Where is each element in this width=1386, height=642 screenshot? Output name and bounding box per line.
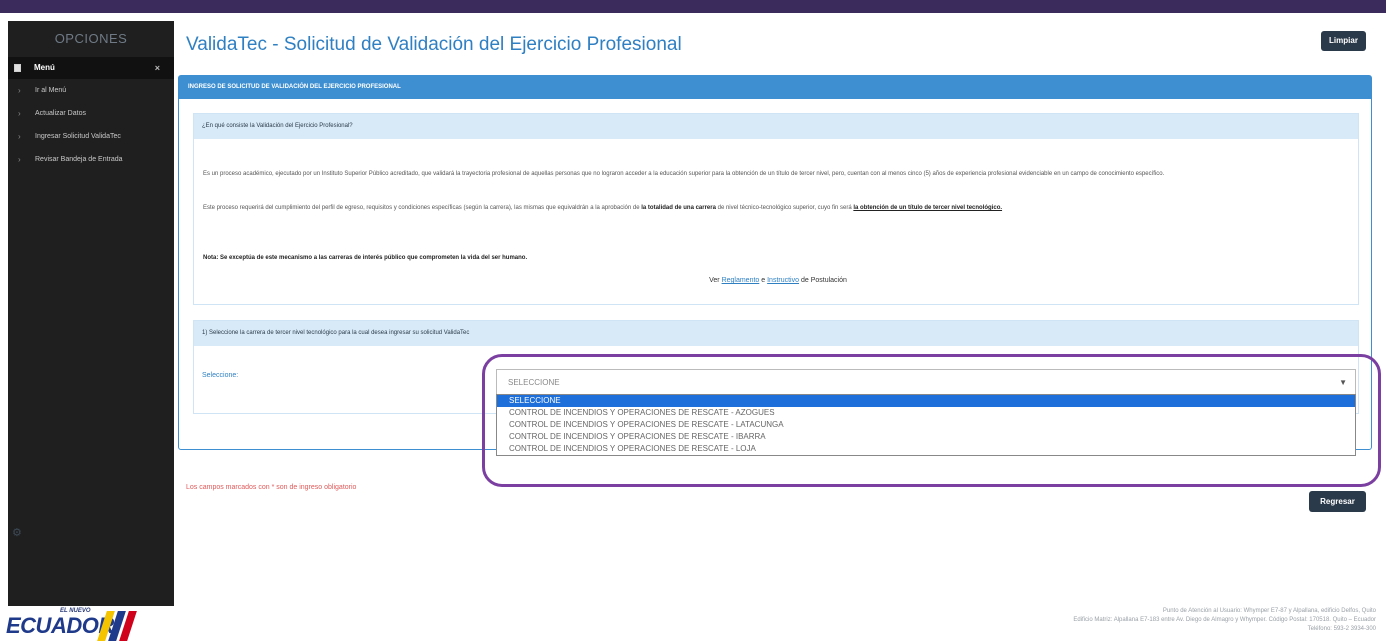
- menu-icon: [14, 64, 21, 72]
- bullet-icon: ›: [18, 86, 21, 95]
- sidebar-item-label: Actualizar Datos: [35, 110, 86, 117]
- info-paragraph-2: Este proceso requerirá del cumplimiento …: [203, 203, 1353, 213]
- footer-line-2: Edificio Matriz: Alpallana E7-183 entre …: [1073, 617, 1376, 623]
- sidebar-menu-label: Menú: [34, 63, 55, 72]
- sidebar-item-label: Ingresar Solicitud ValidaTec: [35, 133, 121, 140]
- see-documents: Ver Reglamento e Instructivo de Postulac…: [203, 276, 1353, 286]
- settings-icon[interactable]: ⚙: [12, 526, 22, 539]
- highlight-outline: [482, 354, 1381, 487]
- sidebar-item-ir-al-menu[interactable]: › Ir al Menú: [8, 79, 174, 102]
- required-fields-note: Los campos marcados con * son de ingreso…: [186, 484, 357, 491]
- info-paragraph-1: Es un proceso académico, ejecutado por u…: [203, 171, 1165, 177]
- paragraph-2-bold: la totalidad de una carrera: [641, 205, 716, 211]
- ecuador-logo: EL NUEVO ECUADOR: [6, 606, 156, 642]
- sidebar-item-revisar-bandeja[interactable]: › Revisar Bandeja de Entrada: [8, 148, 174, 171]
- paragraph-2-mid: de nivel técnico-tecnológico superior, c…: [715, 205, 854, 211]
- see-prefix: Ver: [709, 277, 722, 284]
- bullet-icon: ›: [18, 155, 21, 164]
- see-suffix: de Postulación: [799, 277, 847, 284]
- back-button[interactable]: Regresar: [1309, 491, 1366, 512]
- sidebar-menu-header[interactable]: Menú ×: [8, 57, 174, 79]
- bullet-icon: ›: [18, 109, 21, 118]
- sidebar-title: OPCIONES: [54, 31, 128, 46]
- collapse-icon[interactable]: ×: [155, 57, 160, 79]
- instructivo-link[interactable]: Instructivo: [767, 277, 799, 284]
- page-title: ValidaTec - Solicitud de Validación del …: [186, 34, 682, 55]
- sidebar-item-ingresar-solicitud[interactable]: › Ingresar Solicitud ValidaTec: [8, 125, 174, 148]
- info-box: ¿En qué consiste la Validación del Ejerc…: [193, 113, 1359, 305]
- footer-line-1: Punto de Atención al Usuario: Whymper E7…: [1162, 608, 1376, 614]
- reglamento-link[interactable]: Reglamento: [722, 277, 760, 284]
- info-heading: ¿En qué consiste la Validación del Ejerc…: [194, 114, 1358, 139]
- info-note: Nota: Se exceptúa de este mecanismo a la…: [203, 255, 528, 261]
- paragraph-2-text: Este proceso requerirá del cumplimiento …: [203, 205, 642, 211]
- logo-word: ECUADOR: [6, 613, 114, 638]
- clear-button[interactable]: Limpiar: [1321, 31, 1366, 51]
- flag-stripes-icon: [97, 611, 140, 641]
- footer-line-3: Teléfono: 593-2 3934-300: [1307, 626, 1376, 632]
- see-and: e: [759, 277, 768, 284]
- bullet-icon: ›: [18, 132, 21, 141]
- career-select-label: Seleccione:: [202, 372, 239, 379]
- career-select-heading: 1) Seleccione la carrera de tercer nivel…: [194, 321, 1358, 346]
- sidebar-item-label: Ir al Menú: [35, 87, 67, 94]
- footer: Punto de Atención al Usuario: Whymper E7…: [1073, 607, 1376, 634]
- sidebar-item-label: Revisar Bandeja de Entrada: [35, 156, 123, 163]
- paragraph-2-underlined: la obtención de un título de tercer nive…: [853, 205, 1003, 211]
- top-bar: [0, 0, 1386, 13]
- sidebar-item-actualizar-datos[interactable]: › Actualizar Datos: [8, 102, 174, 125]
- panel-heading: INGRESO DE SOLICITUD DE VALIDACIÓN DEL E…: [179, 76, 1371, 99]
- sidebar: OPCIONES Menú × › Ir al Menú › Actualiza…: [8, 21, 174, 606]
